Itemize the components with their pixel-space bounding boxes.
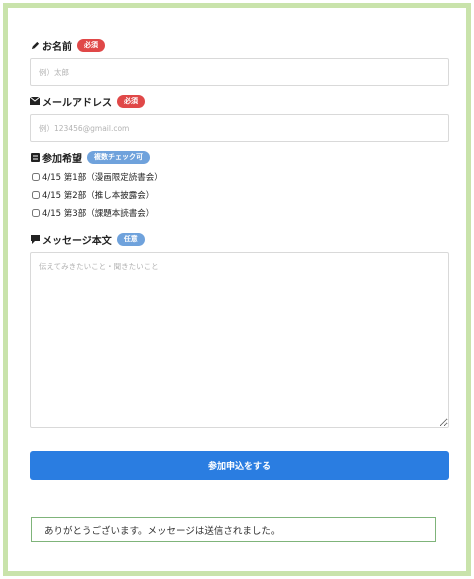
attendance-options: 4/15 第1部（漫画限定読書会） 4/15 第2部（推し本披露会） 4/15 …	[30, 168, 449, 222]
attendance-option[interactable]: 4/15 第2部（推し本披露会）	[30, 186, 449, 204]
attendance-label-row: 参加希望 複数チェック可	[30, 148, 449, 166]
attendance-label: 参加希望	[42, 153, 82, 165]
envelope-icon	[30, 96, 40, 106]
attendance-checkbox[interactable]	[32, 209, 40, 217]
attendance-option-label: 4/15 第3部（課題本読書会）	[42, 209, 155, 219]
name-label: お名前	[42, 41, 72, 53]
attendance-checkbox[interactable]	[32, 191, 40, 199]
required-badge: 必須	[77, 38, 105, 52]
pencil-icon	[30, 40, 40, 50]
message-label: メッセージ本文	[42, 235, 112, 247]
attendance-option-label: 4/15 第2部（推し本披露会）	[42, 191, 155, 201]
name-label-row: お名前 必須	[30, 36, 449, 54]
email-label: メールアドレス	[42, 97, 112, 109]
attendance-option-label: 4/15 第1部（漫画限定読書会）	[42, 173, 163, 183]
attendance-checkbox[interactable]	[32, 173, 40, 181]
email-label-row: メールアドレス 必須	[30, 92, 449, 110]
confirmation-message: ありがとうございます。メッセージは送信されました。	[31, 517, 436, 542]
submit-button[interactable]: 参加申込をする	[30, 451, 449, 480]
multi-select-badge: 複数チェック可	[87, 150, 150, 164]
list-icon	[30, 152, 40, 162]
required-badge: 必須	[117, 94, 145, 108]
message-label-row: メッセージ本文 任意	[30, 230, 449, 248]
form-frame: お名前 必須 メールアドレス 必須 参加希望 複数チェッ	[3, 3, 471, 576]
email-input[interactable]	[30, 114, 449, 142]
comment-icon	[30, 234, 40, 244]
message-textarea[interactable]	[30, 252, 449, 428]
confirmation-text: ありがとうございます。メッセージは送信されました。	[44, 525, 281, 537]
name-input[interactable]	[30, 58, 449, 86]
attendance-option[interactable]: 4/15 第1部（漫画限定読書会）	[30, 168, 449, 186]
attendance-option[interactable]: 4/15 第3部（課題本読書会）	[30, 204, 449, 222]
optional-badge: 任意	[116, 232, 145, 246]
